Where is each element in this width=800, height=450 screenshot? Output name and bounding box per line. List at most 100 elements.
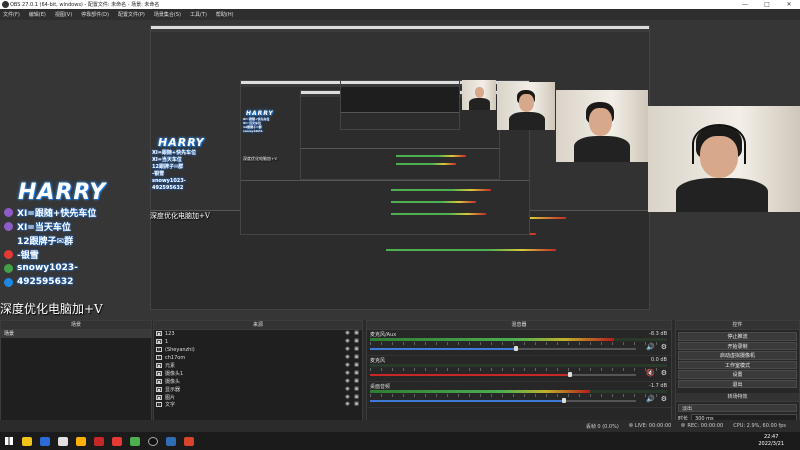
source-item[interactable]: T 文字 ◉ ▣ xyxy=(154,401,362,409)
taskbar-app-obs[interactable] xyxy=(144,432,162,450)
volume-fill xyxy=(370,374,570,376)
source-name: 显示器 xyxy=(165,386,181,393)
volume-knob[interactable] xyxy=(567,372,572,377)
start-virtual-camera-button[interactable]: 启动虚拟摄像机 xyxy=(678,351,797,360)
level-meter xyxy=(370,390,667,393)
lock-icon[interactable]: ▣ xyxy=(353,386,360,392)
lock-icon[interactable]: ▣ xyxy=(353,363,360,368)
volume-knob[interactable] xyxy=(514,346,519,351)
start-button[interactable] xyxy=(0,432,18,450)
visibility-eye-icon[interactable]: ◉ xyxy=(344,378,351,384)
menu-scene-collection[interactable]: 场景集合(S) xyxy=(154,11,181,18)
muted-speaker-icon[interactable]: 🔇 xyxy=(646,370,655,377)
visibility-eye-icon[interactable]: ◉ xyxy=(344,394,351,400)
clock-time: 22:47 xyxy=(763,434,779,440)
gear-icon[interactable]: ⚙ xyxy=(661,370,667,377)
taskbar-app[interactable] xyxy=(180,432,198,450)
stop-streaming-button[interactable]: 停止推流 xyxy=(678,332,797,341)
nested-obs-capture xyxy=(340,80,460,130)
gear-icon[interactable]: ⚙ xyxy=(661,344,667,351)
speaker-icon[interactable]: 🔊 xyxy=(646,344,655,351)
taskbar-app[interactable] xyxy=(18,432,36,450)
taskbar-app[interactable] xyxy=(90,432,108,450)
menu-tools[interactable]: 工具(T) xyxy=(190,11,207,18)
lock-icon[interactable]: ▣ xyxy=(353,339,360,344)
taskbar-app[interactable] xyxy=(72,432,90,450)
controls-buttons: 停止推流 开始录制 启动虚拟摄像机 工作室模式 设置 退出 xyxy=(676,331,799,389)
menu-edit[interactable]: 编辑(E) xyxy=(29,11,46,18)
source-item[interactable]: ▣ 摄像头 ◉ ▣ xyxy=(154,377,362,385)
window-title-bar[interactable]: OBS 27.0.1 (64-bit, windows) - 配置文件: 未命名… xyxy=(0,0,800,9)
close-button[interactable]: ✕ xyxy=(778,0,800,9)
visibility-eye-icon[interactable]: ◉ xyxy=(344,347,351,352)
minimize-button[interactable]: — xyxy=(734,0,756,9)
overlay-line: 12跟牌子✉群 xyxy=(17,236,74,247)
menu-docks[interactable]: 停靠部件(D) xyxy=(81,11,109,18)
mixer-title: 混音器 xyxy=(367,321,671,330)
taskbar-app[interactable] xyxy=(36,432,54,450)
lock-icon[interactable]: ▣ xyxy=(353,370,360,376)
lock-icon[interactable]: ▣ xyxy=(353,378,360,384)
visibility-eye-icon[interactable]: ◉ xyxy=(344,339,351,344)
lock-icon[interactable]: ▣ xyxy=(353,347,360,352)
scene-item[interactable]: 场景 xyxy=(1,330,151,338)
menu-view[interactable]: 视图(V) xyxy=(55,11,72,18)
overlay-line: snowy1023- xyxy=(243,129,264,133)
gear-icon[interactable]: ⚙ xyxy=(661,396,667,403)
volume-knob[interactable] xyxy=(562,398,567,403)
source-item[interactable]: Tch17om ◉ ▣ xyxy=(154,354,362,362)
visibility-eye-icon[interactable]: ◉ xyxy=(344,386,351,392)
source-item[interactable]: ▣ 123 ◉ ▣ xyxy=(154,330,362,338)
lock-icon[interactable]: ▣ xyxy=(353,394,360,400)
visibility-eye-icon[interactable]: ◉ xyxy=(344,402,351,407)
taskbar-app[interactable] xyxy=(126,432,144,450)
overlay-line: -银雪 xyxy=(17,250,39,261)
stream-overlay-copy: HARRY XI=跟随+快先车位 XI=当天车位 12跟牌子✉群 snowy10… xyxy=(243,110,283,133)
menu-help[interactable]: 帮助(H) xyxy=(216,11,234,18)
speaker-icon[interactable]: 🔊 xyxy=(646,396,655,403)
lock-icon[interactable]: ▣ xyxy=(353,331,360,336)
live-status: LIVE: 00:00:00 xyxy=(628,423,671,429)
source-item[interactable]: ▣ 元素 ◉ ▣ xyxy=(154,362,362,370)
settings-button[interactable]: 设置 xyxy=(678,370,797,379)
start-recording-button[interactable]: 开始录制 xyxy=(678,341,797,350)
visibility-eye-icon[interactable]: ◉ xyxy=(344,331,351,336)
overlay-line: XI=当天车位 xyxy=(17,222,71,233)
source-item[interactable]: ▣ 1 ◉ ▣ xyxy=(154,338,362,346)
visibility-eye-icon[interactable]: ◉ xyxy=(344,355,351,360)
source-name: 1 xyxy=(165,338,169,345)
taskbar-app[interactable] xyxy=(54,432,72,450)
controls-title: 控件 xyxy=(676,321,799,330)
maximize-button[interactable]: □ xyxy=(756,0,778,9)
lock-icon[interactable]: ▣ xyxy=(353,355,360,360)
menu-profile[interactable]: 配置文件(P) xyxy=(118,11,145,18)
source-item[interactable]: ▣ 摄像头1 ◉ ▣ xyxy=(154,369,362,377)
visibility-eye-icon[interactable]: ◉ xyxy=(344,370,351,376)
taskbar-clock[interactable]: 22:47 2022/3/21 xyxy=(758,434,784,448)
source-name: 摄像头1 xyxy=(165,370,184,377)
visibility-eye-icon[interactable]: ◉ xyxy=(344,363,351,368)
transition-select[interactable]: 淡出 xyxy=(678,404,797,412)
mixer-channel: 麦克风/Aux -8.3 dB 🔊 ⚙ xyxy=(367,330,671,356)
watermark-text: 深度优化电脑加+V xyxy=(0,302,103,316)
preview-canvas[interactable]: HARRY XI=跟随+快先车位 XI=当天车位 12跟牌子✉群 -银雪 sno… xyxy=(0,20,800,320)
source-name: 文字 xyxy=(165,402,176,409)
meter-ticks xyxy=(370,394,667,397)
taskbar-app[interactable] xyxy=(162,432,180,450)
meter-ticks xyxy=(370,342,667,345)
source-name: 摄像头 xyxy=(165,378,181,385)
channel-name: 麦克风 xyxy=(370,358,386,364)
studio-mode-button[interactable]: 工作室模式 xyxy=(678,360,797,369)
taskbar-app-icon xyxy=(22,436,32,446)
source-type-icon: ▣ xyxy=(156,363,162,368)
lock-icon[interactable]: ▣ xyxy=(353,402,360,407)
source-item[interactable]: ▣ 显示器 ◉ ▣ xyxy=(154,385,362,393)
source-item[interactable]: ▣ 图片 ◉ ▣ xyxy=(154,393,362,401)
source-item[interactable]: T (Sheyanzhi) ◉ ▣ xyxy=(154,346,362,354)
scenes-title: 场景 xyxy=(1,321,151,330)
sources-dock: 来源 ▣ 123 ◉ ▣ ▣ 1 ◉ ▣ T (Sheyanzhi) ◉ ▣ Tch17om ◉ ▣ … xyxy=(153,320,363,432)
rec-time: REC: 00:00:00 xyxy=(687,423,724,429)
menu-file[interactable]: 文件(F) xyxy=(3,11,20,18)
taskbar-app[interactable] xyxy=(108,432,126,450)
exit-button[interactable]: 退出 xyxy=(678,379,797,388)
